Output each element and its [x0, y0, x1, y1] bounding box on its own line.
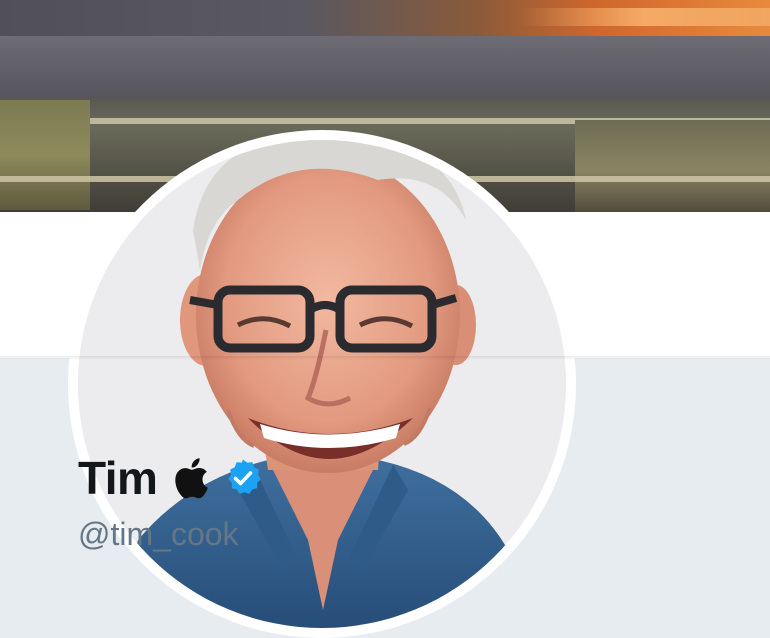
- verified-badge-icon: [228, 459, 262, 494]
- banner-window-right: [575, 120, 770, 212]
- banner-light-streak: [520, 8, 770, 26]
- divider: [0, 356, 770, 360]
- profile-handle[interactable]: @tim_cook: [78, 516, 239, 553]
- avatar[interactable]: [78, 140, 566, 628]
- banner-ceiling: [0, 36, 770, 98]
- profile-name-row: Tim: [78, 448, 263, 508]
- avatar-portrait-image: [78, 140, 566, 628]
- display-name[interactable]: Tim: [78, 451, 158, 505]
- profile-header-band: [0, 130, 770, 638]
- banner-window-left: [0, 100, 90, 210]
- apple-logo-icon: [175, 458, 209, 499]
